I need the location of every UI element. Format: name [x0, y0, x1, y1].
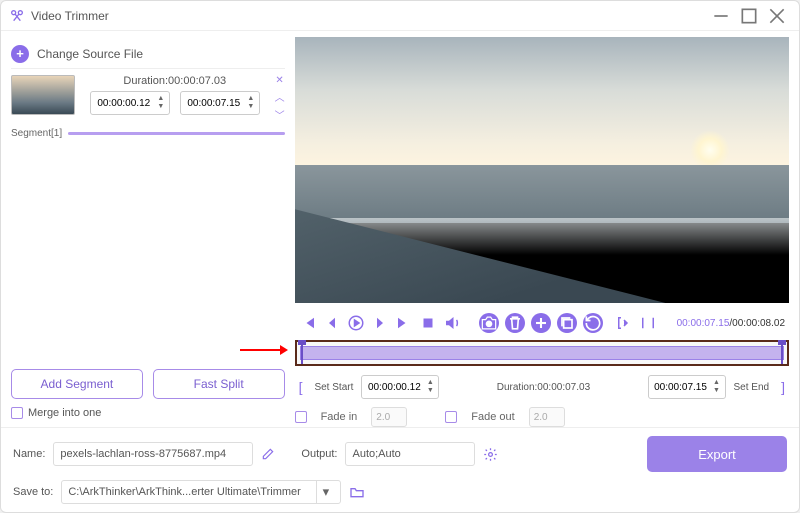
path-dropdown-icon[interactable]: ▾ [316, 481, 334, 503]
segment-start-field[interactable]: ▲▼ [90, 91, 170, 115]
down-icon[interactable]: ▼ [246, 103, 256, 111]
name-label: Name: [13, 448, 45, 460]
titlebar: Video Trimmer [1, 1, 799, 31]
fast-split-button[interactable]: Fast Split [153, 369, 285, 399]
up-icon[interactable]: ▲ [156, 95, 166, 103]
bracket-out-icon[interactable] [639, 314, 657, 332]
change-source-label: Change Source File [37, 47, 143, 61]
top-area: + Change Source File Duration:00:00:07.0… [1, 31, 799, 427]
set-start-button[interactable]: Set Start [310, 382, 357, 393]
plus-icon: + [11, 45, 29, 63]
set-end-button[interactable]: Set End [730, 382, 774, 393]
fade-in-checkbox[interactable] [295, 411, 307, 423]
fade-in-input[interactable] [371, 407, 407, 427]
play-icon[interactable] [347, 314, 365, 332]
next-frame-icon[interactable] [371, 314, 389, 332]
delete-icon[interactable] [505, 313, 525, 333]
trim-duration-label: Duration:00:00:07.03 [443, 382, 643, 393]
app-title: Video Trimmer [31, 9, 707, 23]
minimize-button[interactable] [707, 6, 735, 26]
export-button[interactable]: Export [647, 436, 787, 472]
open-folder-icon[interactable] [349, 484, 365, 500]
close-segment-icon[interactable]: ✕ [275, 75, 283, 86]
fade-row: Fade in Fade out [295, 407, 789, 427]
up-icon[interactable]: ▲ [246, 95, 256, 103]
segment-end-input[interactable] [184, 98, 244, 109]
merge-checkbox[interactable] [11, 407, 23, 419]
trim-end-field[interactable]: ▲▼ [648, 375, 726, 399]
bracket-left-icon[interactable]: [ [295, 379, 307, 395]
snapshot-icon[interactable] [479, 313, 499, 333]
trim-timeline[interactable] [295, 340, 789, 366]
app-window: Video Trimmer + Change Source File Durat… [0, 0, 800, 513]
segment-thumbnail[interactable] [11, 75, 75, 115]
segment-name: Segment[1] [11, 128, 62, 139]
footer: Name: pexels-lachlan-ross-8775687.mp4 Ou… [1, 427, 799, 512]
left-pane: + Change Source File Duration:00:00:07.0… [1, 31, 295, 427]
stop-icon[interactable] [419, 314, 437, 332]
app-icon [9, 8, 25, 24]
save-to-label: Save to: [13, 486, 53, 498]
add-icon[interactable] [531, 313, 551, 333]
trim-controls: [ Set Start ▲▼ Duration:00:00:07.03 ▲▼ S… [295, 375, 789, 399]
maximize-button[interactable] [735, 6, 763, 26]
annotation-arrow [240, 345, 288, 355]
fade-out-checkbox[interactable] [445, 411, 457, 423]
volume-icon[interactable] [443, 314, 461, 332]
prev-frame-icon[interactable] [323, 314, 341, 332]
fade-out-label: Fade out [471, 411, 514, 423]
segment-duration-label: Duration:00:00:07.03 [81, 75, 269, 87]
down-icon[interactable]: ▼ [712, 387, 722, 395]
trim-track[interactable] [300, 346, 784, 360]
segment-start-input[interactable] [94, 98, 154, 109]
down-icon[interactable]: ▼ [425, 387, 435, 395]
trim-end-input[interactable] [652, 382, 710, 393]
fade-out-input[interactable] [529, 407, 565, 427]
time-readout: 00:00:07.15/00:00:08.02 [677, 318, 785, 329]
segment-progress[interactable] [68, 132, 284, 135]
bracket-in-icon[interactable] [615, 314, 633, 332]
segment-controls: Duration:00:00:07.03 ▲▼ ▲▼ [81, 75, 269, 115]
bracket-right-icon[interactable]: ] [777, 379, 789, 395]
segment-row: Duration:00:00:07.03 ▲▼ ▲▼ [11, 75, 285, 122]
current-time: 00:00:07.15 [677, 318, 730, 329]
segment-end-field[interactable]: ▲▼ [180, 91, 260, 115]
change-source-row[interactable]: + Change Source File [11, 39, 285, 69]
trim-start-field[interactable]: ▲▼ [361, 375, 439, 399]
merge-label: Merge into one [28, 407, 101, 419]
output-field[interactable]: Auto;Auto [345, 442, 475, 466]
down-icon[interactable]: ▼ [156, 103, 166, 111]
name-field[interactable]: pexels-lachlan-ross-8775687.mp4 [53, 442, 253, 466]
close-button[interactable] [763, 6, 791, 26]
reset-icon[interactable] [583, 313, 603, 333]
trim-start-input[interactable] [365, 382, 423, 393]
skip-start-icon[interactable] [299, 314, 317, 332]
content: + Change Source File Duration:00:00:07.0… [1, 31, 799, 512]
copy-icon[interactable] [557, 313, 577, 333]
trim-timeline-row [295, 337, 789, 369]
trim-handle-start[interactable] [301, 344, 303, 364]
playback-toolbar: 00:00:07.15/00:00:08.02 [295, 309, 789, 337]
output-label: Output: [301, 448, 337, 460]
move-up-icon[interactable]: ︿ [275, 89, 285, 104]
up-icon[interactable]: ▲ [712, 379, 722, 387]
video-preview[interactable] [295, 37, 789, 303]
total-time: 00:00:08.02 [732, 318, 785, 329]
skip-end-icon[interactable] [395, 314, 413, 332]
right-pane: 00:00:07.15/00:00:08.02 [ Set Start [295, 31, 799, 427]
up-icon[interactable]: ▲ [425, 379, 435, 387]
merge-row[interactable]: Merge into one [11, 407, 285, 419]
segment-side-controls: ✕ ︿ ﹀ [275, 75, 285, 122]
edit-name-icon[interactable] [261, 447, 275, 461]
output-settings-icon[interactable] [483, 447, 498, 462]
fade-in-label: Fade in [321, 411, 358, 423]
move-down-icon[interactable]: ﹀ [275, 107, 285, 122]
add-segment-button[interactable]: Add Segment [11, 369, 143, 399]
save-path-field[interactable]: C:\ArkThinker\ArkThink...erter Ultimate\… [61, 480, 341, 504]
trim-handle-end[interactable] [781, 344, 783, 364]
